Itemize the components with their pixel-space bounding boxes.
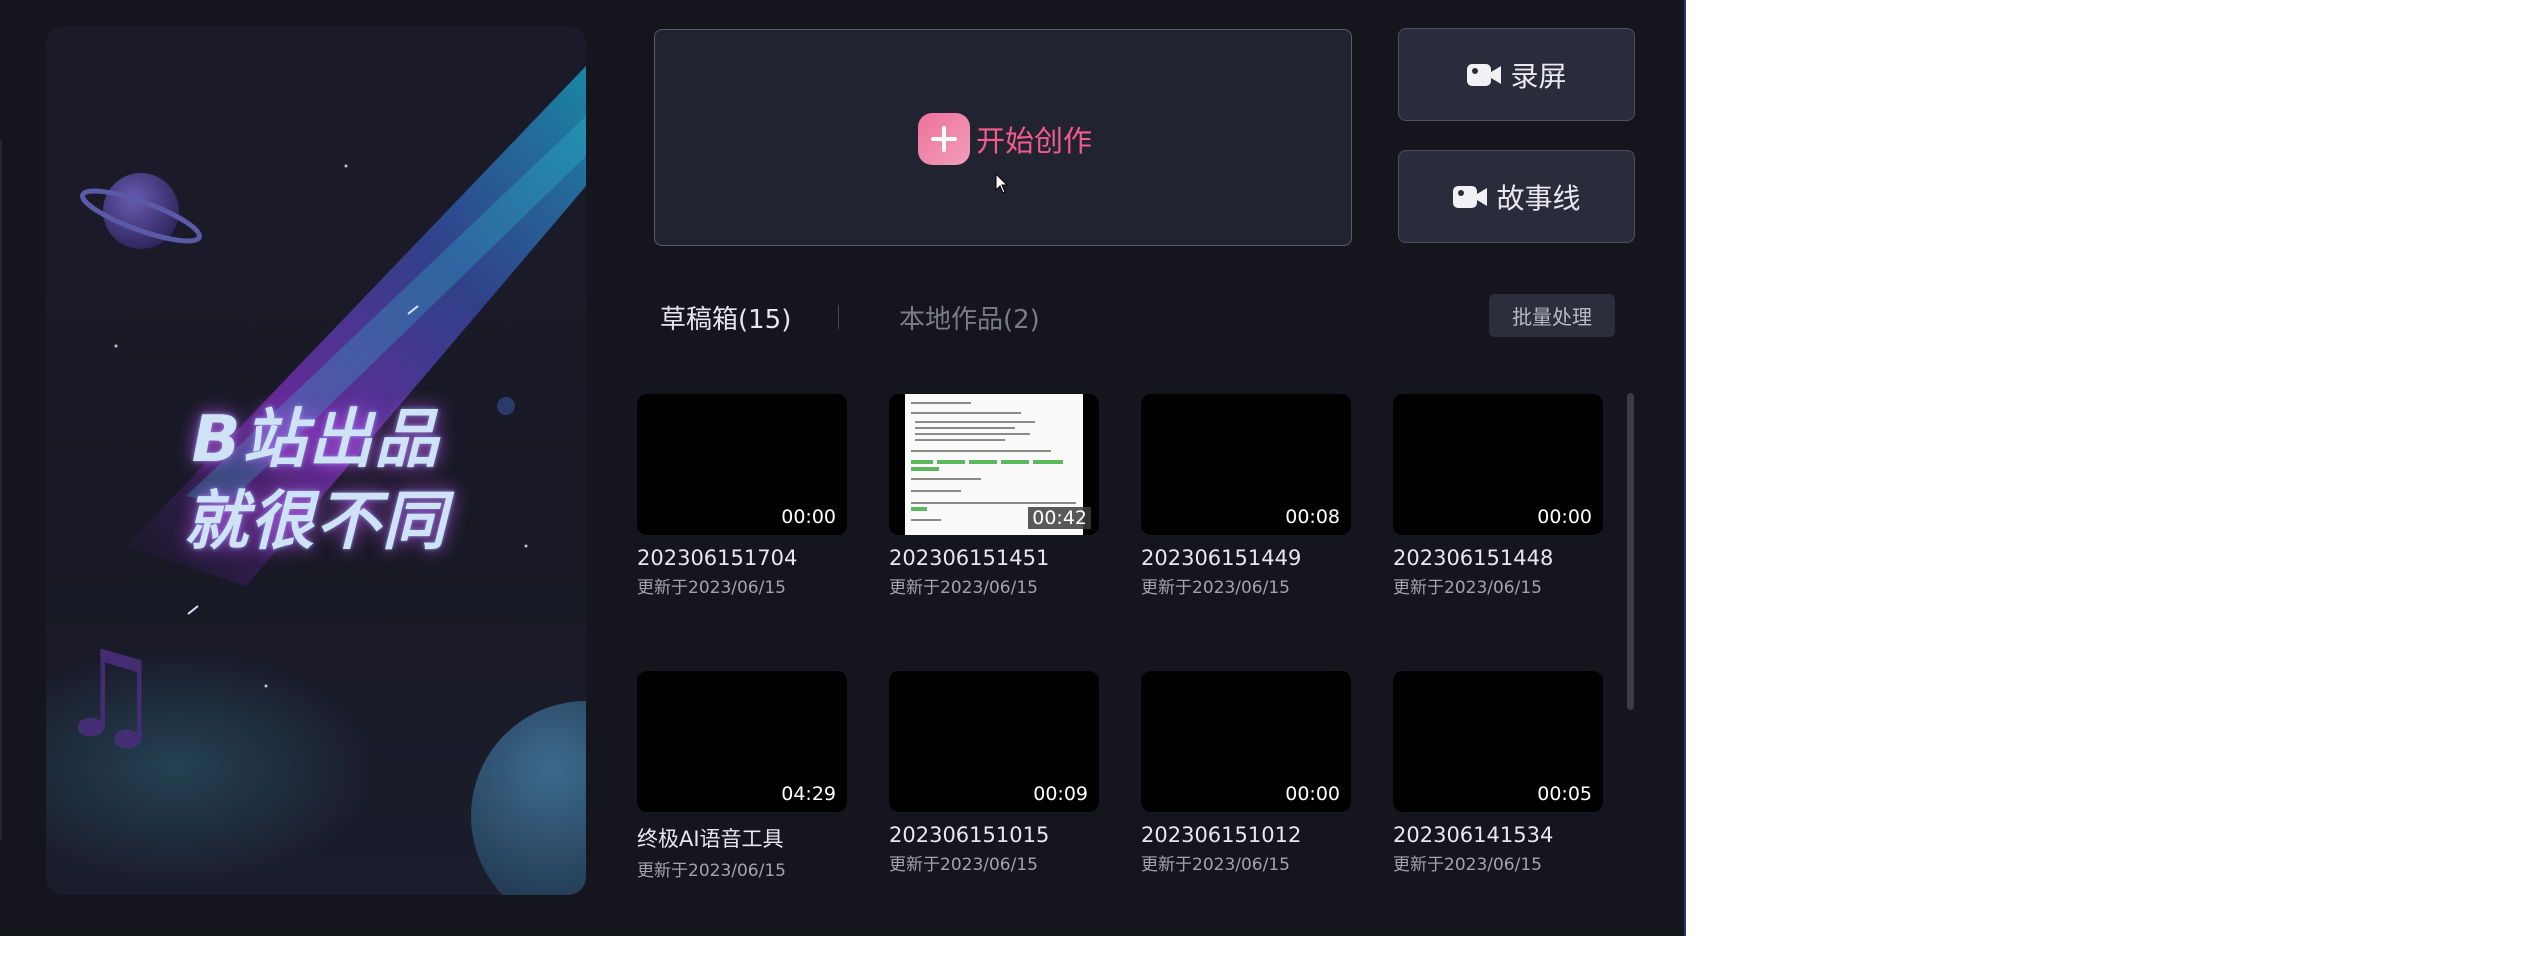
draft-thumbnail[interactable]: 00:42: [889, 394, 1099, 535]
mouse-cursor-icon: [995, 173, 1009, 194]
screen-record-button[interactable]: 录屏: [1398, 28, 1635, 121]
duration-label: 00:00: [1537, 506, 1592, 528]
duration-label: 00:05: [1537, 783, 1592, 805]
camera-icon: [1467, 63, 1502, 86]
banner-slogan-line1: B站出品: [191, 403, 441, 477]
draft-updated-date: 更新于2023/06/15: [1141, 855, 1290, 875]
duration-label: 04:29: [781, 783, 836, 805]
start-creation-label: 开始创作: [976, 124, 1093, 158]
start-creation-button[interactable]: 开始创作: [654, 29, 1352, 246]
draft-updated-date: 更新于2023/06/15: [889, 855, 1038, 875]
batch-process-button[interactable]: 批量处理: [1489, 294, 1615, 337]
promo-banner: ♫ B站出品 就很不同: [46, 26, 586, 895]
draft-updated-date: 更新于2023/06/15: [1393, 855, 1542, 875]
draft-card[interactable]: 04:29 终极AI语音工具 更新于2023/06/15: [637, 671, 847, 881]
draft-title: 202306141534: [1393, 823, 1554, 847]
app-window: ♫ B站出品 就很不同 开始创作 录屏 故事线 草稿箱(15) 本地作品(2) …: [0, 0, 1686, 936]
window-border: [1684, 0, 1686, 936]
draft-title: 202306151015: [889, 823, 1050, 847]
tab-drafts[interactable]: 草稿箱(15): [660, 299, 791, 336]
camera-icon: [1453, 185, 1488, 208]
draft-title: 202306151012: [1141, 823, 1302, 847]
draft-title: 202306151449: [1141, 546, 1302, 570]
svg-text:♫: ♫: [56, 626, 164, 765]
draft-updated-date: 更新于2023/06/15: [637, 861, 786, 881]
draft-title: 202306151704: [637, 546, 798, 570]
duration-label: 00:00: [781, 506, 836, 528]
banner-slogan-line2: 就很不同: [184, 485, 448, 559]
storyline-label: 故事线: [1496, 181, 1581, 215]
draft-card[interactable]: 00:09 202306151015 更新于2023/06/15: [889, 671, 1099, 875]
draft-card[interactable]: 00:05 202306141534 更新于2023/06/15: [1393, 671, 1603, 875]
tab-local-works[interactable]: 本地作品(2): [899, 299, 1040, 336]
duration-label: 00:42: [1028, 507, 1091, 529]
window-edge: [0, 140, 2, 840]
draft-thumbnail[interactable]: 00:09: [889, 671, 1099, 812]
duration-label: 00:08: [1285, 506, 1340, 528]
draft-title: 202306151451: [889, 546, 1050, 570]
draft-card[interactable]: 00:08 202306151449 更新于2023/06/15: [1141, 394, 1351, 598]
draft-updated-date: 更新于2023/06/15: [637, 578, 786, 598]
drafts-scrollbar[interactable]: [1627, 393, 1634, 710]
draft-updated-date: 更新于2023/06/15: [1393, 578, 1542, 598]
draft-thumbnail[interactable]: 00:00: [637, 394, 847, 535]
draft-updated-date: 更新于2023/06/15: [1141, 578, 1290, 598]
start-creation-content: 开始创作: [918, 113, 1092, 165]
draft-card[interactable]: 00:00 202306151012 更新于2023/06/15: [1141, 671, 1351, 875]
draft-thumbnail[interactable]: 04:29: [637, 671, 847, 812]
draft-thumbnail[interactable]: 00:00: [1393, 394, 1603, 535]
draft-title: 202306151448: [1393, 546, 1554, 570]
screen-record-label: 录屏: [1510, 59, 1567, 93]
draft-thumbnail[interactable]: 00:08: [1141, 394, 1351, 535]
draft-thumbnail[interactable]: 00:05: [1393, 671, 1603, 812]
duration-label: 00:00: [1285, 783, 1340, 805]
draft-card[interactable]: 00:42 202306151451 更新于2023/06/15: [889, 394, 1099, 598]
storyline-button[interactable]: 故事线: [1398, 150, 1635, 243]
draft-card[interactable]: 00:00 202306151704 更新于2023/06/15: [637, 394, 847, 598]
draft-card[interactable]: 00:00 202306151448 更新于2023/06/15: [1393, 394, 1603, 598]
draft-updated-date: 更新于2023/06/15: [889, 578, 1038, 598]
draft-title: 终极AI语音工具: [637, 827, 784, 851]
duration-label: 00:09: [1033, 783, 1088, 805]
draft-thumbnail[interactable]: 00:00: [1141, 671, 1351, 812]
plus-icon: [918, 113, 970, 165]
tab-divider: [838, 305, 839, 329]
